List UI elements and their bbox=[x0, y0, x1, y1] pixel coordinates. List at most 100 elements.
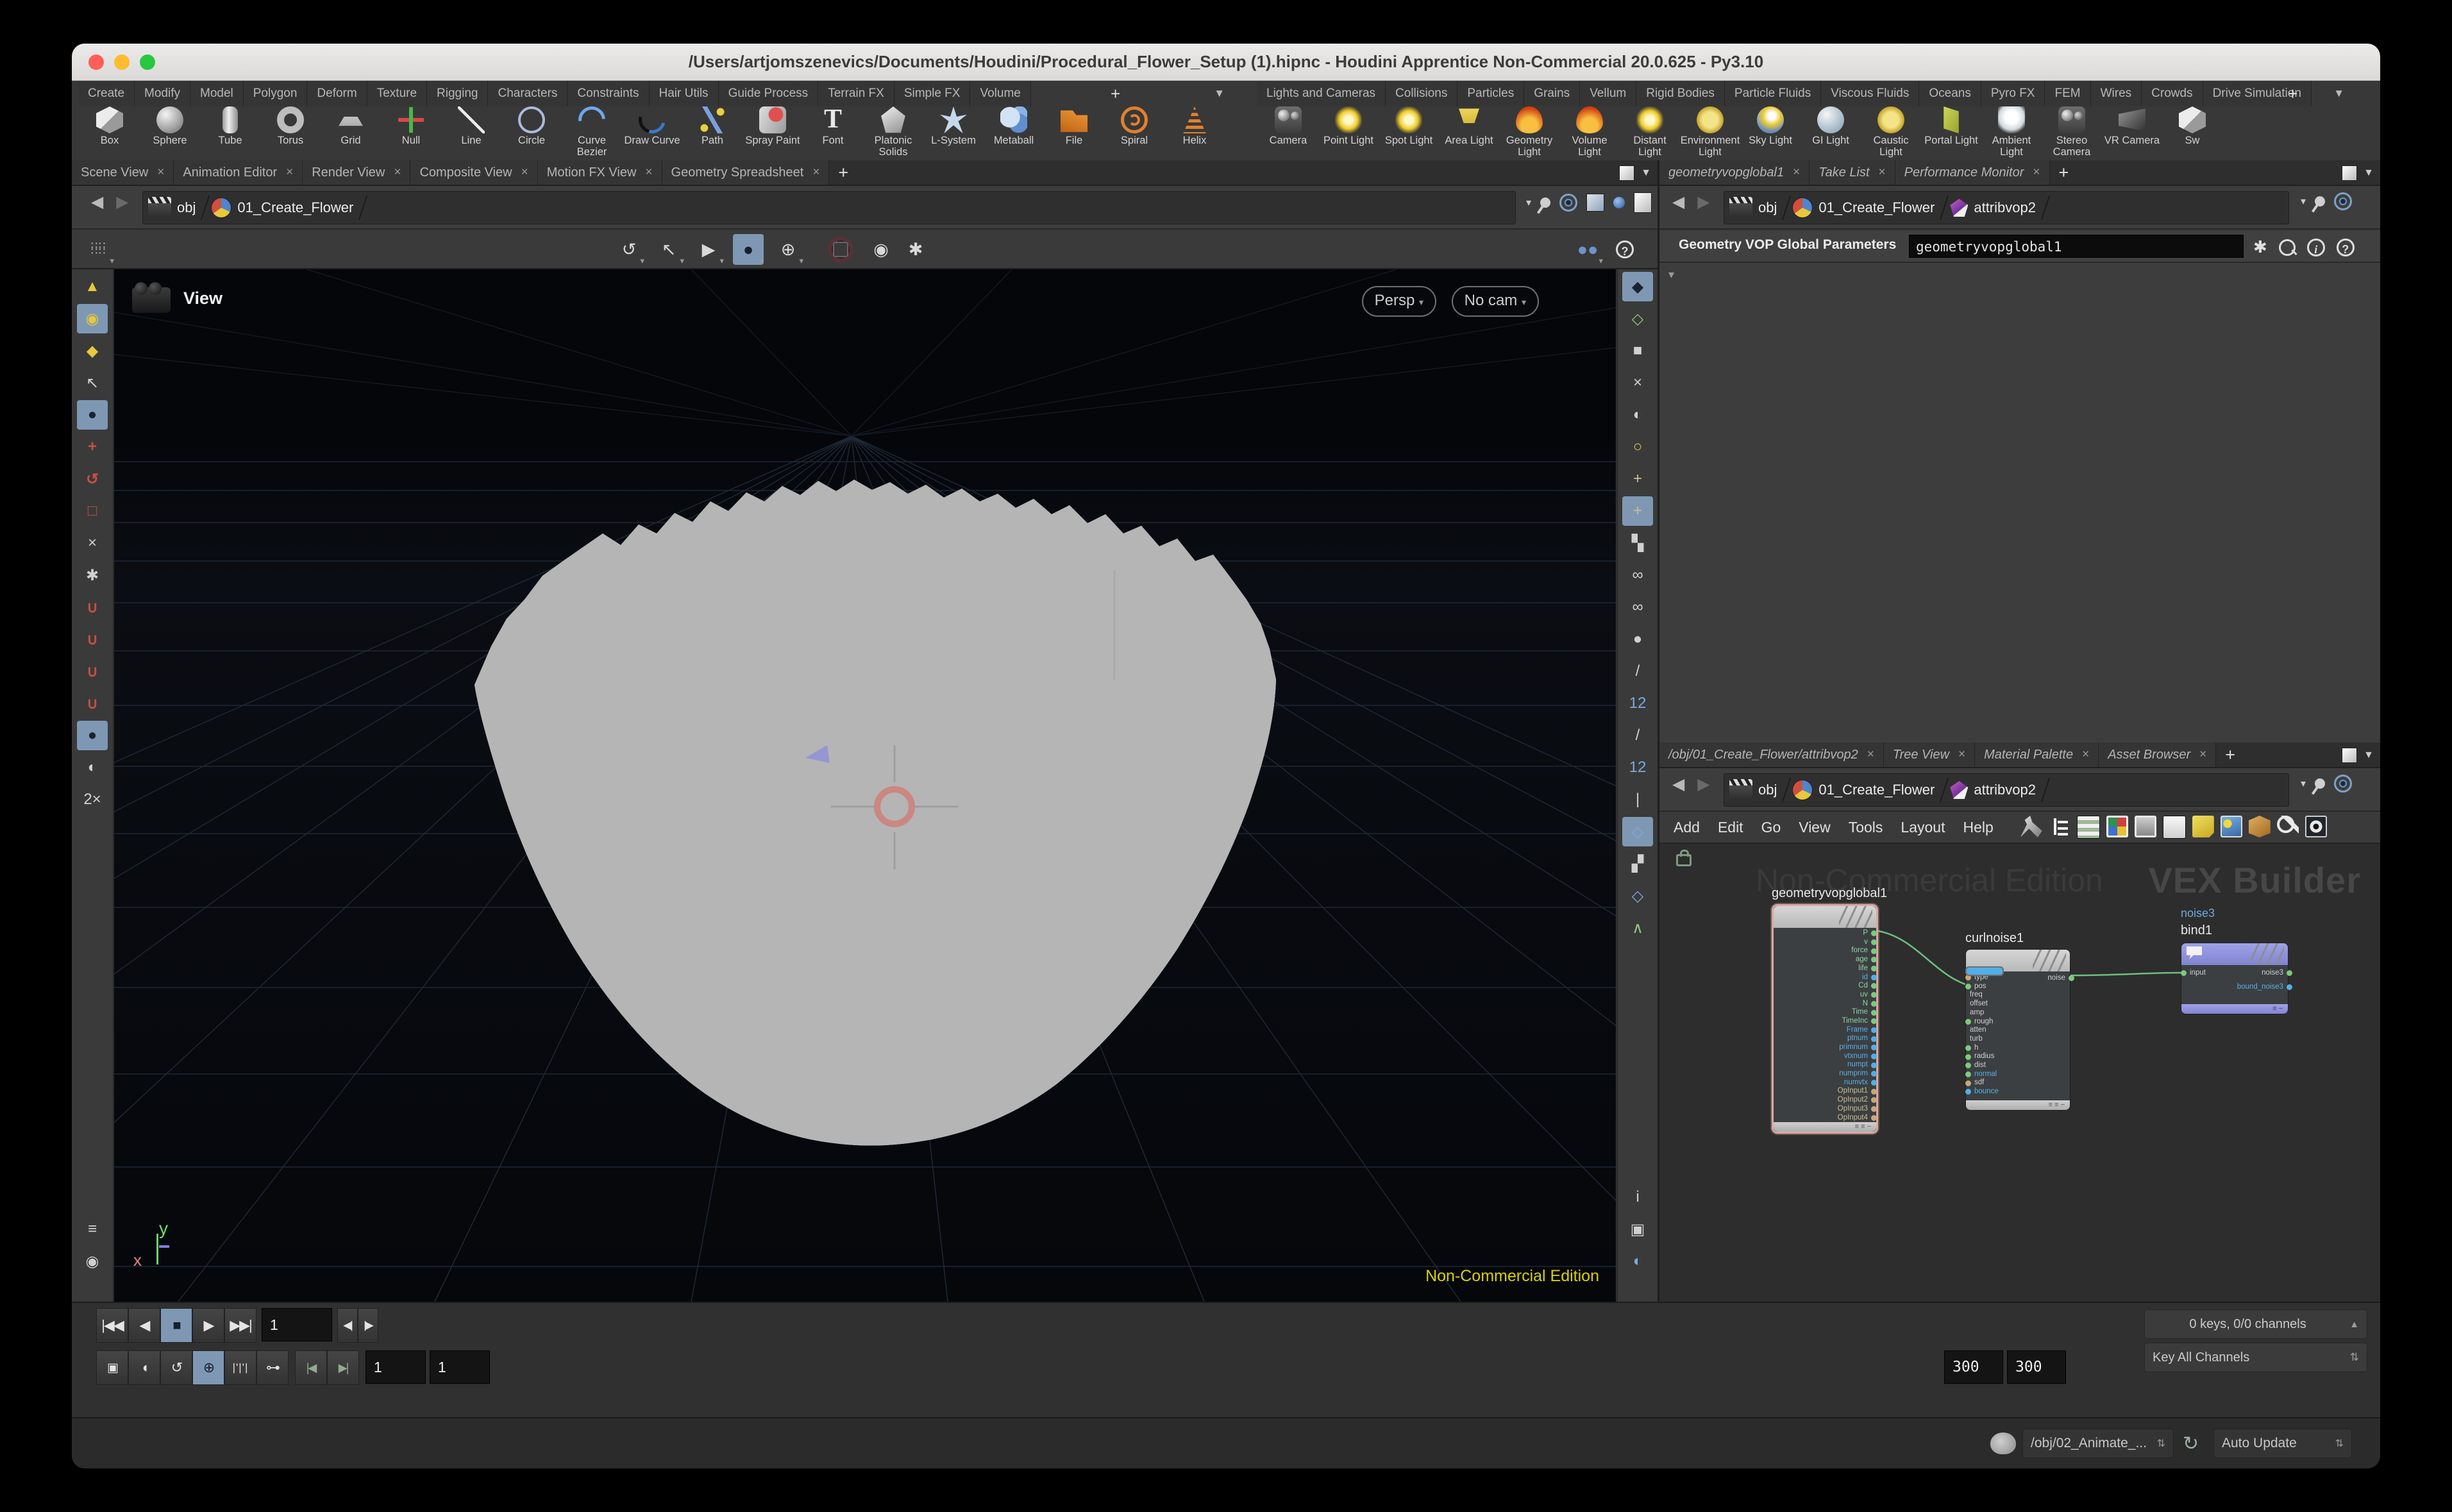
pane-tab[interactable]: Take List × bbox=[1810, 160, 1895, 185]
display-option-icon[interactable]: ◐ bbox=[1622, 400, 1653, 430]
current-node-select[interactable]: /obj/02_Animate_... ⇅ bbox=[2022, 1429, 2174, 1458]
shelf-tool[interactable]: Ambient Light bbox=[1983, 106, 2040, 159]
port-dot[interactable] bbox=[1965, 984, 1971, 989]
breadcrumb-subnode[interactable]: attribvop2 bbox=[1945, 192, 2046, 224]
shelf-tab[interactable]: Hair Utils bbox=[650, 81, 719, 106]
display-option-icon[interactable]: ∞ bbox=[1622, 592, 1653, 622]
shelf-tab[interactable]: Guide Process bbox=[719, 81, 819, 106]
viewport-tool-icon[interactable]: ● bbox=[77, 400, 108, 430]
shelf-tab[interactable]: Wires bbox=[2091, 81, 2142, 106]
add-pane-tab-button[interactable]: + bbox=[2216, 743, 2244, 767]
node-output-port[interactable]: P bbox=[1774, 929, 1872, 938]
viewport-tool-icon[interactable]: ✱ bbox=[77, 560, 108, 590]
close-icon[interactable]: × bbox=[645, 160, 652, 185]
breadcrumb-node[interactable]: 01_Create_Flower bbox=[206, 192, 364, 224]
node-output-port[interactable]: noise bbox=[2048, 974, 2070, 983]
shelf-tool[interactable]: Sphere bbox=[141, 106, 199, 159]
node-input-port[interactable]: amp bbox=[1970, 1009, 2070, 1018]
port-dot[interactable] bbox=[1965, 1071, 1971, 1077]
network-editor[interactable]: Non-Commercial Edition VEX Builder geome… bbox=[1659, 844, 2380, 1302]
link-radar-icon[interactable] bbox=[2334, 775, 2352, 793]
pin-icon[interactable] bbox=[1538, 196, 1552, 210]
close-icon[interactable]: × bbox=[394, 160, 401, 185]
display-option-icon[interactable]: i bbox=[1622, 1182, 1653, 1212]
loop-icon[interactable]: ↺ bbox=[160, 1350, 192, 1385]
pane-tab[interactable]: Geometry Spreadsheet × bbox=[662, 160, 830, 185]
node-output-port[interactable]: primnum bbox=[1774, 1043, 1872, 1052]
menu-item[interactable]: Go bbox=[1761, 819, 1781, 836]
jump-end-button[interactable]: ▶▶| bbox=[224, 1308, 256, 1343]
shelf-tab[interactable]: Constraints bbox=[567, 81, 649, 106]
back-icon[interactable]: ◀ bbox=[1668, 775, 1688, 794]
node-output-port[interactable]: noise3 bbox=[2262, 969, 2288, 978]
node-input-port[interactable]: normal bbox=[1970, 1070, 2070, 1079]
close-icon[interactable]: × bbox=[1867, 743, 1874, 767]
network-toolbar-icon[interactable] bbox=[2135, 816, 2156, 837]
viewport-tool-icon[interactable]: ∪ bbox=[77, 689, 108, 718]
port-dot[interactable] bbox=[1965, 1089, 1971, 1095]
port-dot[interactable] bbox=[1871, 957, 1877, 962]
viewport-canvas[interactable]: View Persp ▾ No cam ▾ Non-Commercial Edi… bbox=[114, 269, 1616, 1302]
display-option-icon[interactable]: ● bbox=[1622, 625, 1653, 654]
close-icon[interactable]: × bbox=[1958, 743, 1965, 767]
toolbar-icon[interactable]: ⊕▾ bbox=[773, 234, 803, 265]
pane-tab[interactable]: Tree View × bbox=[1884, 743, 1975, 767]
display-option-icon[interactable]: / bbox=[1622, 721, 1653, 750]
menu-item[interactable]: Help bbox=[1963, 819, 1993, 836]
shelf-tool[interactable]: Camera bbox=[1259, 106, 1317, 159]
shelf-tab[interactable]: Texture bbox=[367, 81, 427, 106]
display-option-icon[interactable]: ∧ bbox=[1622, 913, 1653, 943]
toolbar-icon[interactable]: ▶▾ bbox=[693, 234, 724, 265]
node-output-port[interactable]: age bbox=[1774, 955, 1872, 964]
menu-item[interactable]: View bbox=[1799, 819, 1830, 836]
port-dot[interactable] bbox=[1965, 1080, 1971, 1086]
port-dot[interactable] bbox=[1871, 975, 1877, 980]
node-output-port[interactable]: uv bbox=[1774, 991, 1872, 1000]
shelf-tool[interactable]: Portal Light bbox=[1922, 106, 1980, 159]
close-icon[interactable]: × bbox=[2199, 743, 2206, 767]
shelf-tool[interactable]: Helix bbox=[1166, 106, 1223, 159]
network-toolbar-icon[interactable] bbox=[2192, 816, 2214, 837]
pane-menu-dropdown[interactable]: ▼ bbox=[2364, 167, 2374, 179]
port-dot[interactable] bbox=[1871, 930, 1877, 936]
port-dot[interactable] bbox=[1871, 992, 1877, 998]
shelf-tab[interactable]: Terrain FX bbox=[818, 81, 894, 106]
viewport-tool-icon[interactable]: ≡ bbox=[77, 1214, 108, 1244]
port-dot[interactable] bbox=[1871, 1115, 1877, 1121]
viewport-tool-icon[interactable]: + bbox=[77, 432, 108, 462]
close-icon[interactable]: × bbox=[1879, 160, 1886, 185]
shelf-tool[interactable]: Torus bbox=[262, 106, 319, 159]
node-input-port[interactable]: radius bbox=[1970, 1052, 2070, 1061]
viewport-tool-icon[interactable]: ◉ bbox=[77, 1247, 108, 1276]
close-icon[interactable]: × bbox=[2082, 743, 2089, 767]
breadcrumb-node[interactable]: 01_Create_Flower bbox=[1787, 192, 1945, 224]
shelf-tool[interactable]: Circle bbox=[503, 106, 560, 159]
shelf-tool[interactable]: Spot Light bbox=[1380, 106, 1438, 159]
node-input-port[interactable]: offset bbox=[1970, 1000, 2070, 1009]
port-dot[interactable] bbox=[1871, 1054, 1877, 1059]
forward-icon[interactable]: ▶ bbox=[1693, 775, 1713, 794]
breadcrumb-obj[interactable]: obj bbox=[143, 192, 206, 224]
menu-item[interactable]: Layout bbox=[1901, 819, 1945, 836]
viewport-tool-icon[interactable]: ◉ bbox=[77, 304, 108, 333]
display-option-icon[interactable]: ◇ bbox=[1622, 817, 1653, 846]
display-option-icon[interactable]: ◇ bbox=[1622, 881, 1653, 911]
viewport-tool-icon[interactable]: × bbox=[77, 528, 108, 558]
maximize-pane-icon[interactable] bbox=[2342, 165, 2357, 181]
range-end-alt-field[interactable]: 300 bbox=[2007, 1350, 2066, 1384]
port-dot[interactable] bbox=[1871, 1027, 1877, 1033]
pane-tab[interactable]: Performance Monitor × bbox=[1895, 160, 2050, 185]
shelf-tab[interactable]: Model bbox=[190, 81, 244, 106]
menu-item[interactable]: Add bbox=[1674, 819, 1700, 836]
node-input-port[interactable]: dist bbox=[1970, 1061, 2070, 1070]
keys-info-box[interactable]: 0 keys, 0/0 channels ▲ bbox=[2144, 1309, 2367, 1339]
record-icon[interactable] bbox=[825, 234, 856, 265]
display-option-icon[interactable]: ▣ bbox=[1622, 1214, 1653, 1244]
add-pane-tab-button[interactable]: + bbox=[829, 160, 857, 185]
port-dot[interactable] bbox=[1871, 1063, 1877, 1068]
range-start-alt-field[interactable]: 1 bbox=[430, 1350, 490, 1384]
shelf-tab[interactable]: Create bbox=[78, 81, 135, 106]
stow-dot-icon[interactable] bbox=[1613, 197, 1625, 208]
shelf-tab[interactable]: Polygon bbox=[244, 81, 308, 106]
gear-icon[interactable]: ✱ bbox=[2253, 237, 2267, 257]
